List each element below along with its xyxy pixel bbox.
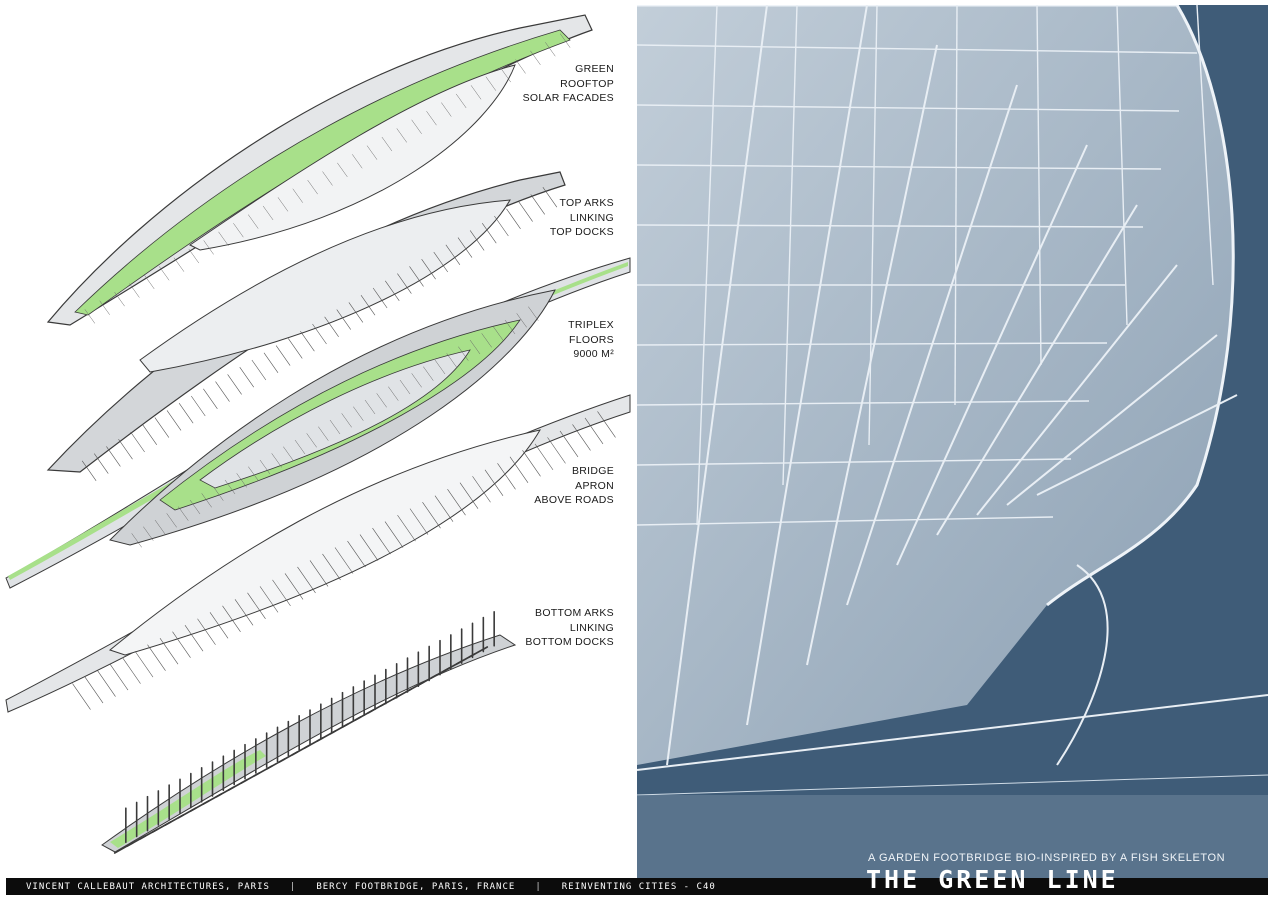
label-line: SOLAR FACADES bbox=[522, 92, 614, 104]
footer-separator: | bbox=[289, 881, 297, 892]
label-line: BOTTOM DOCKS bbox=[525, 636, 614, 648]
rib-line bbox=[203, 388, 218, 409]
label-green-rooftop: GREEN ROOFTOP SOLAR FACADES bbox=[474, 62, 614, 106]
rib-line bbox=[191, 395, 206, 417]
footer-project: BERCY FOOTBRIDGE, PARIS, FRANCE bbox=[316, 881, 516, 892]
rib-line bbox=[147, 644, 166, 671]
rib-line bbox=[142, 424, 157, 445]
label-line: FLOORS bbox=[569, 333, 614, 346]
rib-line bbox=[166, 410, 182, 431]
rib-line bbox=[72, 683, 91, 710]
rib-line bbox=[251, 359, 267, 381]
rib-line bbox=[215, 381, 230, 402]
rib-line bbox=[130, 431, 145, 453]
label-bottom-arks: BOTTOM ARKS LINKING BOTTOM DOCKS bbox=[474, 606, 614, 650]
rib-line bbox=[288, 338, 303, 359]
layer-bottom-arks bbox=[101, 610, 517, 854]
rib-line bbox=[547, 437, 566, 464]
label-line: LINKING bbox=[569, 621, 614, 634]
label-top-arks: TOP ARKS LINKING TOP DOCKS bbox=[474, 196, 614, 240]
label-triplex-floors: TRIPLEX FLOORS 9000 M² bbox=[474, 318, 614, 362]
rib-line bbox=[158, 266, 170, 281]
rib-line bbox=[178, 403, 194, 424]
rib-line bbox=[109, 663, 129, 691]
label-bridge-apron: BRIDGE APRON ABOVE ROADS bbox=[474, 464, 614, 508]
exploded-axonometric-diagram: GREEN ROOFTOP SOLAR FACADES TOP ARKS LIN… bbox=[0, 0, 636, 878]
layers-drawing bbox=[5, 14, 631, 854]
footer-architect: VINCENT CALLEBAUT ARCHITECTURES, PARIS bbox=[26, 881, 270, 892]
rib-line bbox=[300, 331, 315, 352]
label-line: TRIPLEX bbox=[568, 319, 614, 331]
footer-competition: REINVENTING CITIES - C40 bbox=[561, 881, 716, 892]
project-subtitle: A GARDEN FOOTBRIDGE BIO-INSPIRED BY A FI… bbox=[868, 852, 1226, 864]
rib-line bbox=[94, 453, 109, 474]
rib-line bbox=[118, 439, 133, 460]
rib-line bbox=[239, 367, 254, 388]
rib-line bbox=[84, 676, 104, 704]
rib-line bbox=[144, 274, 155, 290]
label-line: ABOVE ROADS bbox=[534, 494, 614, 506]
label-line: ROOFTOP bbox=[560, 77, 614, 90]
label-line: TOP ARKS bbox=[559, 197, 614, 209]
label-line: BOTTOM ARKS bbox=[535, 607, 614, 619]
label-line: BRIDGE bbox=[571, 465, 614, 477]
rib-line bbox=[275, 345, 291, 366]
render-drawing bbox=[637, 5, 1268, 878]
rib-line bbox=[97, 670, 116, 697]
label-line: LINKING bbox=[569, 211, 614, 224]
rib-line bbox=[227, 374, 242, 395]
rib-line bbox=[122, 657, 141, 684]
label-line: TOP DOCKS bbox=[549, 226, 614, 238]
rib-line bbox=[154, 417, 170, 438]
label-line: GREEN bbox=[575, 63, 614, 75]
label-line: APRON bbox=[575, 479, 614, 492]
footer-separator: | bbox=[535, 881, 542, 892]
rib-line bbox=[106, 446, 121, 467]
rib-line bbox=[134, 650, 154, 678]
rib-line bbox=[173, 257, 185, 272]
bridge-render bbox=[637, 5, 1268, 878]
label-line: 9000 M² bbox=[573, 348, 614, 360]
rib-line bbox=[559, 430, 579, 458]
rib-line bbox=[263, 352, 279, 373]
project-title: THE GREEN LINE bbox=[866, 865, 1119, 894]
rib-line bbox=[188, 248, 200, 264]
